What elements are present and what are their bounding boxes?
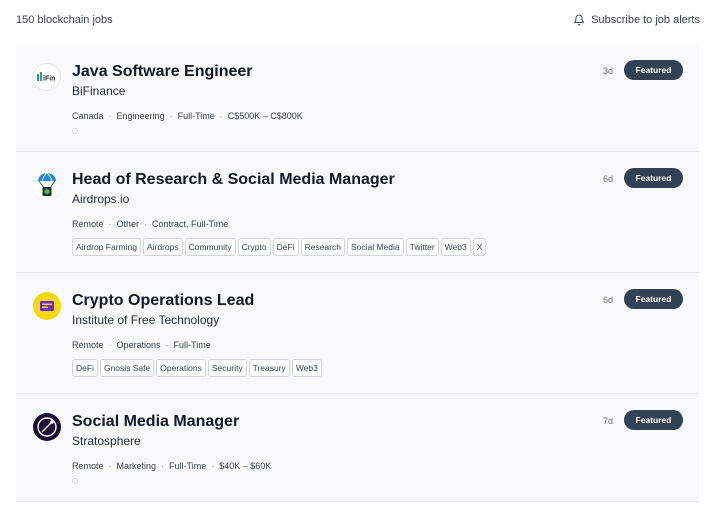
job-card[interactable]: Crypto Operations Lead Institute of Free… — [16, 273, 699, 394]
job-tags: Airdrop Farming Airdrops Community Crypt… — [72, 238, 699, 256]
job-card[interactable]: Social Media Manager Stratosphere Remote… — [16, 394, 699, 502]
tag[interactable]: Airdrop Farming — [72, 238, 141, 256]
circle-icon — [72, 128, 78, 134]
job-count: 150 blockchain jobs — [16, 14, 113, 26]
ift-logo-icon — [33, 292, 61, 320]
tag[interactable]: DeFi — [72, 359, 98, 377]
company-name: BiFinance — [72, 84, 126, 98]
job-type: Full-Time — [169, 461, 207, 471]
job-location: Remote — [72, 340, 104, 350]
posted-age: 7d — [602, 416, 613, 426]
tag[interactable]: Security — [207, 359, 247, 377]
job-meta: Canada · Engineering · Full-Time · C$500K –… — [72, 111, 303, 121]
tag[interactable]: Community — [184, 238, 236, 256]
list-header: 150 blockchain jobs Subscribe to job ale… — [16, 12, 700, 28]
job-card[interactable]: Head of Research & Social Media Manager … — [16, 152, 699, 273]
tag[interactable]: Web3 — [440, 238, 471, 256]
stratosphere-logo-icon — [33, 413, 61, 441]
company-name: Airdrops.io — [72, 192, 130, 206]
job-location: Remote — [72, 219, 104, 229]
posted-age: 6d — [602, 174, 613, 184]
job-meta: Remote · Operations · Full-Time — [72, 340, 211, 350]
job-meta: Remote · Other · Contract, Full-Time — [72, 219, 229, 229]
job-type: Full-Time — [177, 111, 215, 121]
company-name: Institute of Free Technology — [72, 313, 220, 327]
company-name: Stratosphere — [72, 434, 141, 448]
subscribe-label: Subscribe to job alerts — [591, 14, 700, 26]
job-location: Canada — [72, 111, 104, 121]
tag[interactable]: Airdrops — [142, 238, 183, 256]
job-category: Engineering — [116, 111, 165, 121]
tag[interactable]: Web3 — [291, 359, 322, 377]
tag[interactable]: Crypto — [237, 238, 271, 256]
job-location: Remote — [72, 461, 104, 471]
job-meta: Remote · Marketing · Full-Time · $40K – $60… — [72, 461, 272, 471]
job-category: Other — [116, 219, 140, 229]
posted-age: 6d — [602, 295, 613, 305]
job-type: Contract, Full-Time — [152, 219, 229, 229]
job-list: iFin Java Software Engineer BiFinance Ca… — [16, 44, 699, 502]
svg-text:iFin: iFin — [43, 76, 55, 83]
job-card[interactable]: iFin Java Software Engineer BiFinance Ca… — [16, 44, 699, 152]
tag[interactable]: Treasury — [248, 359, 290, 377]
tag[interactable]: Social Media — [346, 238, 404, 256]
job-salary: C$500K – C$800K — [227, 111, 303, 121]
parachute-logo-icon — [33, 171, 61, 199]
job-category: Operations — [116, 340, 161, 350]
featured-badge: Featured — [624, 410, 683, 430]
tag[interactable]: Operations — [156, 359, 206, 377]
tag[interactable]: X — [472, 238, 487, 256]
job-tags: DeFi Gnosis Safe Operations Security Tre… — [72, 359, 699, 377]
circle-icon — [72, 478, 78, 484]
subscribe-job-alerts-link[interactable]: Subscribe to job alerts — [573, 14, 700, 26]
job-category: Marketing — [116, 461, 157, 471]
job-salary: $40K – $60K — [219, 461, 272, 471]
bell-icon — [574, 14, 585, 26]
bifinance-logo-icon: iFin — [33, 63, 61, 91]
tag[interactable]: Gnosis Safe — [99, 359, 155, 377]
featured-badge: Featured — [624, 168, 683, 188]
featured-badge: Featured — [624, 60, 683, 80]
posted-age: 3d — [602, 66, 613, 76]
tag[interactable]: Research — [300, 238, 345, 256]
featured-badge: Featured — [624, 289, 683, 309]
job-type: Full-Time — [173, 340, 211, 350]
tag[interactable]: DeFi — [272, 238, 299, 256]
tag[interactable]: Twitter — [405, 238, 439, 256]
